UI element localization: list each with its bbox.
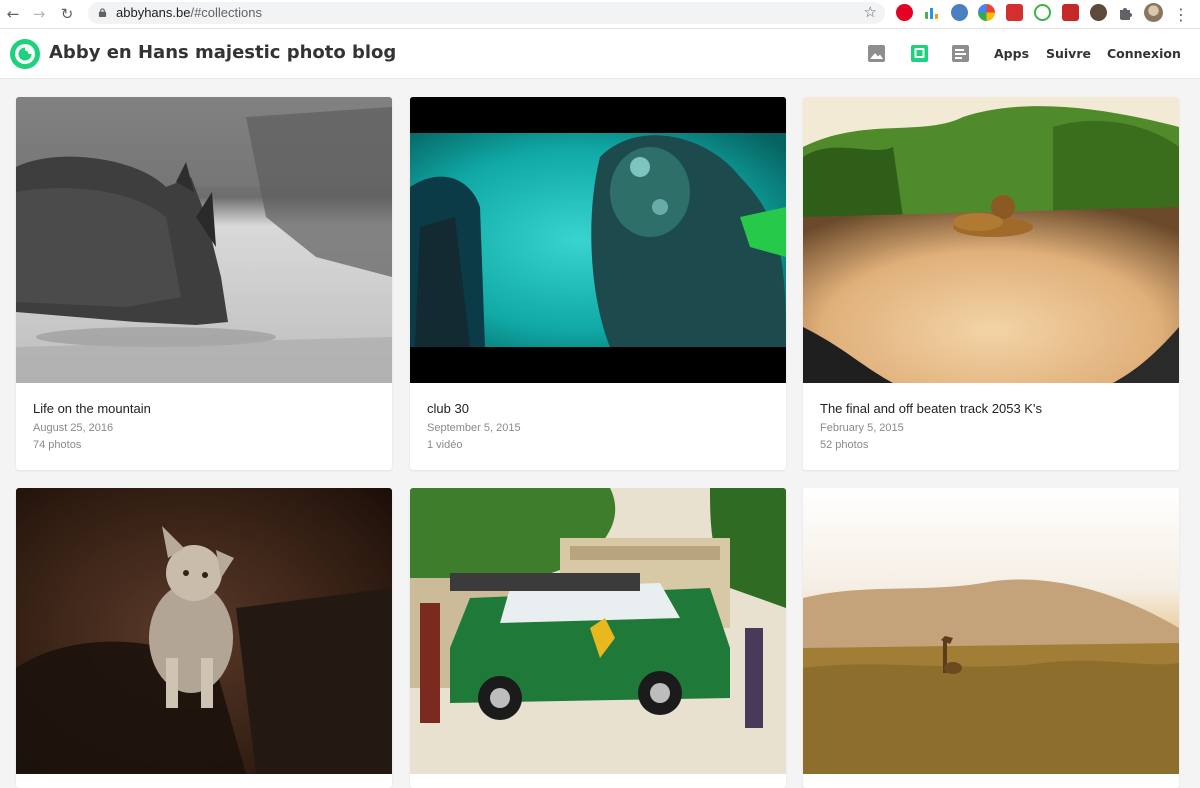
collection-card[interactable]: club 30 September 5, 2015 1 vidéo bbox=[410, 97, 786, 470]
collection-cover-photo[interactable] bbox=[410, 488, 786, 774]
nav-login-link[interactable]: Connexion bbox=[1107, 46, 1181, 61]
color-extension-icon[interactable] bbox=[978, 4, 995, 21]
lock-icon bbox=[98, 8, 107, 17]
collections-icon[interactable] bbox=[910, 44, 929, 63]
extensions-puzzle-icon[interactable] bbox=[1117, 4, 1134, 21]
collection-card[interactable] bbox=[410, 488, 786, 788]
collection-count: 1 vidéo bbox=[427, 439, 463, 451]
site-title[interactable]: Abby en Hans majestic photo blog bbox=[49, 42, 396, 63]
collection-date: February 5, 2015 bbox=[820, 422, 904, 434]
collection-title[interactable]: club 30 bbox=[427, 401, 521, 416]
collection-cover-photo[interactable] bbox=[803, 488, 1179, 774]
url-path: /#collections bbox=[190, 5, 262, 20]
red-extension-icon[interactable] bbox=[1006, 4, 1023, 21]
collection-meta: The final and off beaten track 2053 K's … bbox=[820, 401, 1042, 454]
forward-icon[interactable]: → bbox=[28, 3, 50, 25]
url-text[interactable]: abbyhans.be/#collections bbox=[116, 5, 262, 20]
check-extension-icon[interactable] bbox=[1034, 4, 1051, 21]
bookmark-star-icon[interactable]: ☆ bbox=[864, 3, 877, 21]
browser-toolbar: ← → ↻ abbyhans.be/#collections ☆ ⋮ bbox=[0, 0, 1200, 29]
collection-count: 52 photos bbox=[820, 439, 869, 451]
collection-cover-photo[interactable] bbox=[16, 97, 392, 383]
account-extension-icon[interactable] bbox=[1090, 4, 1107, 21]
collection-cover-photo[interactable] bbox=[803, 97, 1179, 383]
collection-cover-photo[interactable] bbox=[16, 488, 392, 774]
collection-card[interactable] bbox=[803, 488, 1179, 788]
pinterest-extension-icon[interactable] bbox=[896, 4, 913, 21]
back-icon[interactable]: ← bbox=[2, 3, 24, 25]
collection-card[interactable]: Life on the mountain August 25, 2016 74 … bbox=[16, 97, 392, 470]
collection-card[interactable] bbox=[16, 488, 392, 788]
collection-date: August 25, 2016 bbox=[33, 422, 114, 434]
address-bar[interactable]: abbyhans.be/#collections ☆ bbox=[88, 2, 885, 24]
browser-menu-icon[interactable]: ⋮ bbox=[1170, 3, 1192, 25]
chart-extension-icon[interactable] bbox=[923, 4, 940, 21]
collection-date: September 5, 2015 bbox=[427, 422, 521, 434]
collection-meta: Life on the mountain August 25, 2016 74 … bbox=[33, 401, 151, 454]
site-logo-icon[interactable] bbox=[9, 38, 41, 70]
url-host: abbyhans.be bbox=[116, 5, 191, 20]
reload-icon[interactable]: ↻ bbox=[56, 3, 78, 25]
nav-follow-link[interactable]: Suivre bbox=[1046, 46, 1091, 61]
site-header: Abby en Hans majestic photo blog Apps Su… bbox=[0, 29, 1200, 79]
profile-avatar[interactable] bbox=[1144, 3, 1163, 22]
nav-apps-link[interactable]: Apps bbox=[994, 46, 1029, 61]
collection-count: 74 photos bbox=[33, 439, 82, 451]
collection-cover-photo[interactable] bbox=[410, 97, 786, 383]
collection-card[interactable]: The final and off beaten track 2053 K's … bbox=[803, 97, 1179, 470]
collection-title[interactable]: Life on the mountain bbox=[33, 401, 151, 416]
compass-extension-icon[interactable] bbox=[951, 4, 968, 21]
stories-icon[interactable] bbox=[951, 44, 970, 63]
pdf-extension-icon[interactable] bbox=[1062, 4, 1079, 21]
collection-title[interactable]: The final and off beaten track 2053 K's bbox=[820, 401, 1042, 416]
collection-meta: club 30 September 5, 2015 1 vidéo bbox=[427, 401, 521, 454]
photos-icon[interactable] bbox=[867, 44, 886, 63]
